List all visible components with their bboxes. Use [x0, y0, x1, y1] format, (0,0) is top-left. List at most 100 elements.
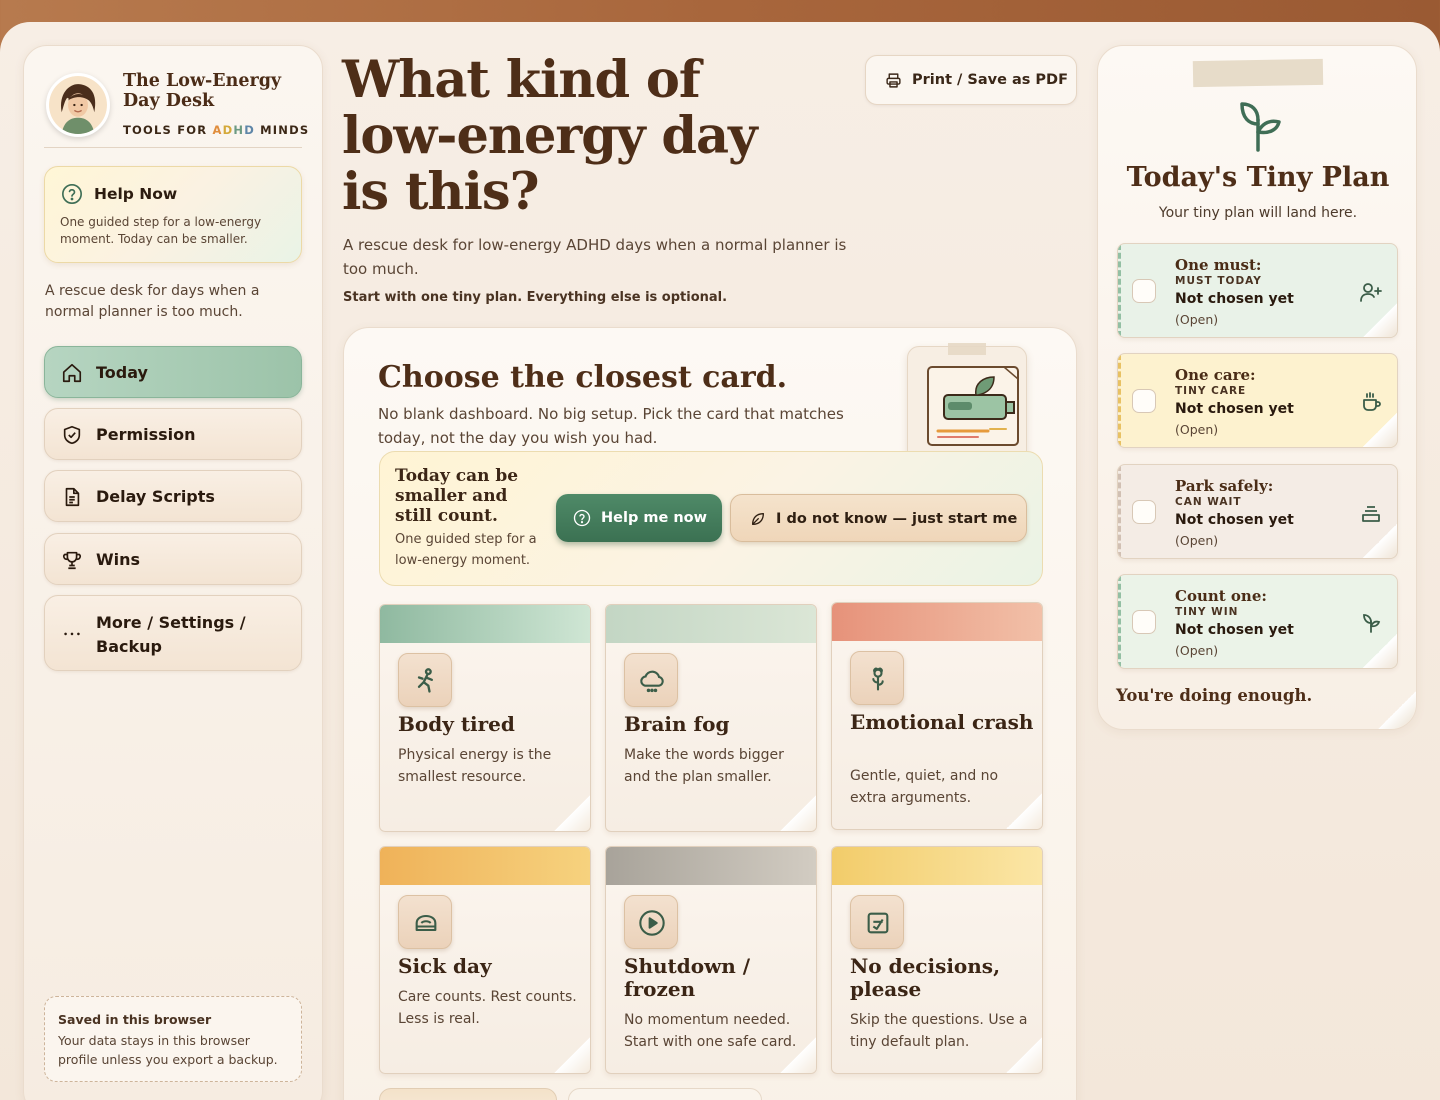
slot-state: (Open): [1175, 643, 1219, 658]
printer-icon: [886, 73, 901, 88]
slot-value[interactable]: Not chosen yet: [1175, 622, 1294, 638]
page-title: What kind of low-energy day is this?: [342, 50, 758, 222]
smaller-title: Today can be smaller and still count.: [395, 466, 519, 526]
flower-icon: [872, 667, 884, 691]
card-body-tired[interactable]: Body tired Physical energy is the smalle…: [379, 604, 591, 832]
plan-title: Today's Tiny Plan: [1126, 162, 1390, 193]
home-icon: [62, 363, 82, 383]
sidebar-description: A rescue desk for days when a normal pla…: [45, 283, 260, 320]
help-now-card[interactable]: Help Now One guided step for a low-energ…: [44, 166, 302, 263]
choose-card-panel: Choose the closest card. No blank dashbo…: [343, 327, 1077, 1100]
card-partial-2[interactable]: [568, 1088, 762, 1100]
slot-checkbox[interactable]: [1132, 500, 1156, 524]
card-emotional-crash[interactable]: Emotional crash Gentle, quiet, and no ex…: [831, 602, 1043, 830]
intro-text: A rescue desk for low-energy ADHD days w…: [343, 236, 847, 278]
tape-decoration: [1192, 58, 1324, 88]
shield-check-icon: [63, 425, 81, 445]
sidebar-item-more-settings-backup[interactable]: More / Settings / Backup: [44, 595, 302, 671]
question-circle-icon: [62, 184, 82, 204]
help-now-text: One guided step for a low-energy moment.…: [60, 215, 262, 246]
slot-value[interactable]: Not chosen yet: [1175, 512, 1294, 528]
card-title: Brain fog: [624, 712, 730, 736]
slot-title: One care:: [1175, 366, 1256, 384]
slot-checkbox[interactable]: [1132, 389, 1156, 413]
sidebar-item-label: Delay Scripts: [96, 487, 215, 506]
slot-tag: TINY CARE: [1175, 385, 1247, 397]
card-text: Physical energy is the smallest resource…: [398, 747, 552, 785]
ellipsis-icon: [64, 632, 80, 636]
help-me-now-button[interactable]: Help me now: [556, 494, 722, 542]
slot-checkbox[interactable]: [1132, 610, 1156, 634]
document-icon: [65, 487, 80, 507]
slot-tag: TINY WIN: [1175, 606, 1239, 618]
card-text: Gentle, quiet, and no extra arguments.: [850, 768, 999, 806]
slot-tag: CAN WAIT: [1175, 496, 1242, 508]
just-start-me-label: I do not know — just start me: [776, 511, 1018, 527]
brand-subtitle: TOOLS FOR ADHD MINDS: [123, 123, 310, 137]
slot-tag: MUST TODAY: [1175, 275, 1262, 287]
print-save-pdf-button[interactable]: Print / Save as PDF: [865, 55, 1077, 105]
card-text: Skip the questions. Use a tiny default p…: [850, 1012, 1028, 1050]
plan-subtitle: Your tiny plan will land here.: [1158, 205, 1358, 221]
sidebar-item-delay-scripts[interactable]: Delay Scripts: [44, 470, 302, 522]
card-title: No decisions, please: [850, 954, 1001, 1001]
card-no-decisions[interactable]: No decisions, please Skip the questions.…: [831, 846, 1043, 1074]
slot-state: (Open): [1175, 533, 1219, 548]
sidebar-item-label: Permission: [96, 425, 196, 444]
plan-slot-must: One must: MUST TODAY Not chosen yet (Ope…: [1117, 243, 1398, 338]
trophy-icon: [63, 551, 81, 570]
just-start-me-button[interactable]: I do not know — just start me: [730, 494, 1027, 542]
plan-slot-count: Count one: TINY WIN Not chosen yet (Open…: [1117, 574, 1398, 669]
plan-footer: You're doing enough.: [1116, 686, 1313, 705]
brand-title: The Low-Energy Day Desk: [123, 71, 282, 111]
slot-value[interactable]: Not chosen yet: [1175, 291, 1294, 307]
card-brain-fog[interactable]: Brain fog Make the words bigger and the …: [605, 604, 817, 832]
slot-state: (Open): [1175, 422, 1219, 437]
cup-icon[interactable]: [1359, 390, 1383, 414]
sidebar-item-label: Wins: [96, 550, 141, 569]
card-text: Make the words bigger and the plan small…: [624, 747, 784, 785]
sidebar-item-today[interactable]: Today: [44, 346, 302, 398]
sidebar-item-label: More / Settings / Backup: [96, 613, 246, 656]
panel-description: No blank dashboard. No big setup. Pick t…: [378, 405, 844, 447]
sprout-icon: [1240, 102, 1281, 152]
card-title: Body tired: [398, 712, 515, 736]
add-person-icon[interactable]: [1359, 280, 1383, 304]
sprout-icon[interactable]: [1359, 611, 1383, 635]
card-title: Shutdown / frozen: [624, 954, 751, 1001]
slot-title: Park safely:: [1175, 477, 1274, 495]
play-icon: [639, 910, 665, 936]
avatar: [46, 73, 110, 137]
card-text: No momentum needed. Start with one safe …: [624, 1012, 797, 1050]
intro-emphasis: Start with one tiny plan. Everything els…: [343, 290, 728, 305]
inbox-stack-icon[interactable]: [1359, 501, 1383, 525]
slot-checkbox[interactable]: [1132, 279, 1156, 303]
battery-illustration: [907, 343, 1027, 464]
leaf-icon: [752, 513, 764, 525]
smaller-text: One guided step for a low-energy moment.: [395, 532, 537, 568]
today-can-be-smaller-box: Today can be smaller and still count. On…: [379, 451, 1043, 586]
card-title: Sick day: [398, 954, 492, 978]
help-now-title: Help Now: [94, 185, 178, 203]
sidebar-item-label: Today: [96, 363, 148, 382]
sidebar-item-permission[interactable]: Permission: [44, 408, 302, 460]
saved-text: Your data stays in this browser profile …: [58, 1033, 278, 1067]
plan-slot-care: One care: TINY CARE Not chosen yet (Open…: [1117, 353, 1398, 448]
card-shutdown-frozen[interactable]: Shutdown / frozen No momentum needed. St…: [605, 846, 817, 1074]
saved-title: Saved in this browser: [58, 1012, 212, 1027]
slot-value[interactable]: Not chosen yet: [1175, 401, 1294, 417]
card-partial-1[interactable]: [379, 1088, 557, 1100]
divider: [44, 147, 302, 148]
slot-title: One must:: [1175, 256, 1262, 274]
sidebar-item-wins[interactable]: Wins: [44, 533, 302, 585]
brand: The Low-Energy Day Desk TOOLS FOR ADHD M…: [46, 71, 308, 149]
slot-title: Count one:: [1175, 587, 1267, 605]
walking-person-icon: [417, 668, 433, 693]
question-circle-icon: [573, 509, 591, 527]
card-title: Emotional crash: [850, 710, 1034, 734]
card-sick-day[interactable]: Sick day Care counts. Rest counts. Less …: [379, 846, 591, 1074]
plan-slot-park: Park safely: CAN WAIT Not chosen yet (Op…: [1117, 464, 1398, 559]
slot-state: (Open): [1175, 312, 1219, 327]
saved-in-browser-notice: Saved in this browser Your data stays in…: [44, 996, 302, 1082]
card-text: Care counts. Rest counts. Less is real.: [398, 989, 577, 1027]
